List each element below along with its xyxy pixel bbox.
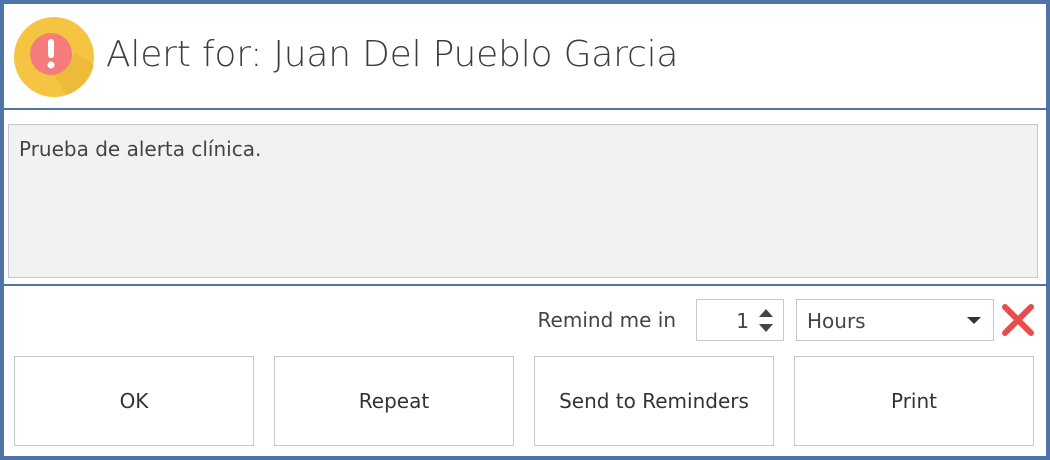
alert-dialog: Alert for: Juan Del Pueblo Garcia Prueba… [0, 0, 1050, 460]
dialog-title: Alert for: Juan Del Pueblo Garcia [106, 34, 679, 75]
chevron-down-icon[interactable] [967, 317, 981, 324]
remind-amount-stepper[interactable]: 1 [696, 299, 784, 341]
remind-amount-value[interactable]: 1 [736, 309, 749, 333]
clear-reminder-button[interactable] [998, 299, 1038, 341]
reminder-row: Remind me in 1 Hours [538, 298, 1038, 342]
dialog-buttons: OK Repeat Send to Reminders Print [14, 356, 1036, 446]
alert-message-textarea[interactable]: Prueba de alerta clínica. [8, 124, 1038, 278]
close-x-icon [1002, 304, 1034, 336]
remind-unit-select[interactable]: Hours [796, 299, 994, 341]
send-to-reminders-button[interactable]: Send to Reminders [534, 356, 774, 446]
alert-exclamation-icon [14, 17, 94, 97]
stepper-down-icon[interactable] [759, 324, 773, 332]
stepper-up-icon[interactable] [759, 309, 773, 317]
print-button[interactable]: Print [794, 356, 1034, 446]
repeat-button[interactable]: Repeat [274, 356, 514, 446]
remind-unit-value: Hours [807, 309, 866, 333]
remind-label: Remind me in [537, 308, 676, 332]
message-section: Prueba de alerta clínica. [4, 110, 1046, 286]
ok-button[interactable]: OK [14, 356, 254, 446]
dialog-header: Alert for: Juan Del Pueblo Garcia [4, 4, 1046, 110]
